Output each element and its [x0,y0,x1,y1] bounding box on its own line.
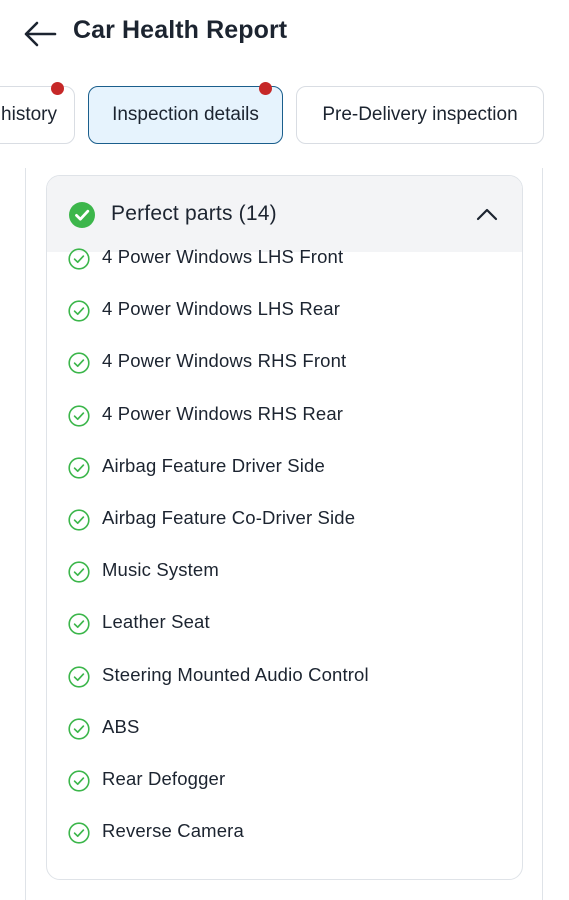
report-tabs: history Inspection details Pre-Delivery … [0,82,569,148]
check-circle-outline-icon [68,718,90,740]
part-name: 4 Power Windows RHS Front [102,350,347,372]
check-circle-filled-icon [69,202,95,228]
part-name: 4 Power Windows RHS Rear [102,402,344,424]
back-button[interactable] [20,14,60,54]
page-title: Car Health Report [73,16,288,44]
part-name: Airbag Feature Co-Driver Side [102,506,356,528]
list-item: Airbag Feature Co-Driver Side [47,507,522,565]
list-item: 4 Power Windows LHS Rear [47,298,522,356]
list-item: 4 Power Windows LHS Front [47,246,522,304]
notification-dot [259,82,272,95]
part-name: Airbag Feature Driver Side [102,454,325,476]
perfect-parts-section: Perfect parts (14) 4 Power Windows LHS F… [46,175,523,880]
part-name: Reverse Camera [102,820,244,842]
app-header: Car Health Report [0,0,569,64]
arrow-left-icon [24,21,57,47]
list-item: Music System [47,559,522,617]
check-circle-outline-icon [68,822,90,844]
list-item: Steering Mounted Audio Control [47,664,522,722]
part-name: Leather Seat [102,611,210,633]
chevron-up-icon[interactable] [476,206,498,222]
list-item: Leather Seat [47,611,522,669]
tab-pre-delivery-inspection[interactable]: Pre-Delivery inspection [296,86,544,144]
check-circle-outline-icon [68,561,90,583]
part-name: 4 Power Windows LHS Front [102,246,344,267]
part-name: Steering Mounted Audio Control [102,663,369,685]
divider [25,168,26,900]
check-circle-outline-icon [68,352,90,374]
list-item: Reverse Camera [47,820,522,878]
tab-inspection-details[interactable]: Inspection details [88,82,283,144]
check-circle-outline-icon [68,665,90,688]
check-circle-outline-icon [68,248,90,270]
list-item: Rear Defogger [47,768,522,826]
list-item: Airbag Feature Driver Side [47,455,522,513]
tab-label: Inspection details [112,104,259,125]
check-circle-outline-icon [68,613,90,635]
check-circle-outline-icon [68,404,90,427]
part-name: 4 Power Windows LHS Rear [102,298,341,320]
part-name: ABS [102,715,140,737]
section-title: Perfect parts (14) [111,202,277,225]
section-header[interactable]: Perfect parts (14) [47,176,522,252]
check-circle-outline-icon [68,457,90,479]
check-circle-outline-icon [68,770,90,792]
perfect-parts-list: 4 Power Windows LHS Front 4 Power Windows… [47,246,522,878]
list-item: 4 Power Windows RHS Front [47,350,522,408]
check-circle-outline-icon [68,300,90,322]
part-name: Rear Defogger [102,767,226,789]
list-item: 4 Power Windows RHS Rear [47,403,522,461]
tab-history[interactable]: history [0,82,75,144]
divider [542,168,543,900]
notification-dot [51,82,64,95]
check-circle-outline-icon [68,509,90,531]
tab-label: Pre-Delivery inspection [322,104,518,125]
part-name: Music System [102,559,219,581]
list-item: ABS [47,716,522,774]
tab-label: history [1,104,57,125]
